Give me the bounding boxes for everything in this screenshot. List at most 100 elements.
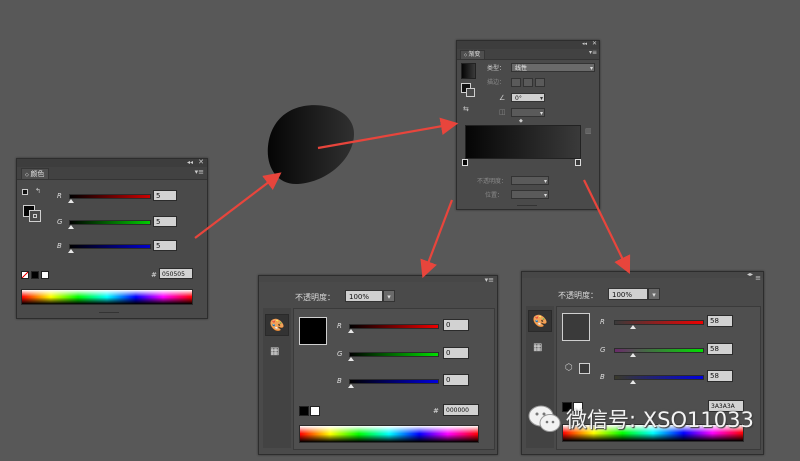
type-label: 类型： bbox=[487, 65, 506, 72]
r-value-field[interactable]: 0 bbox=[443, 319, 469, 331]
opacity-dropdown-arrow[interactable]: ▾ bbox=[383, 290, 395, 302]
dropdown-arrow-icon: ▾ bbox=[539, 110, 543, 117]
r-slider-handle[interactable] bbox=[68, 199, 74, 203]
tab-color[interactable]: ◇ 颜色 bbox=[21, 168, 50, 179]
hex-field[interactable]: 000000 bbox=[443, 404, 479, 416]
opacity-dropdown[interactable]: 100% bbox=[608, 288, 648, 300]
delete-stop-icon[interactable]: ▥ bbox=[585, 127, 592, 135]
none-swatch[interactable] bbox=[21, 271, 29, 279]
collapse-arrows-icon[interactable]: ◂▸ bbox=[747, 271, 753, 278]
r-label: R bbox=[57, 192, 62, 200]
b-label: B bbox=[600, 373, 605, 381]
gradient-tabrow: ◇ 渐变 ▾≡ bbox=[457, 49, 599, 60]
hex-field[interactable]: 050505 bbox=[159, 268, 193, 279]
g-slider[interactable] bbox=[69, 220, 151, 225]
close-icon[interactable]: ✕ bbox=[198, 158, 204, 166]
location-label: 位置： bbox=[485, 192, 504, 199]
tab-gradient[interactable]: ◇ 渐变 bbox=[460, 50, 486, 59]
white-swatch[interactable] bbox=[310, 406, 320, 416]
default-colors-icon[interactable] bbox=[22, 189, 30, 197]
close-icon[interactable]: ✕ bbox=[592, 40, 597, 47]
white-swatch[interactable] bbox=[41, 271, 49, 279]
opacity-dropdown[interactable]: 100% bbox=[345, 290, 383, 302]
black-blob-shape[interactable] bbox=[262, 100, 362, 190]
collapse-arrows-icon[interactable]: ◂◂ bbox=[187, 159, 193, 166]
current-color-swatch[interactable] bbox=[299, 317, 327, 345]
hex-prefix: # bbox=[151, 271, 157, 279]
opacity-field[interactable]: ▾ bbox=[511, 176, 549, 185]
stroke-swatch[interactable] bbox=[29, 210, 41, 222]
stroke-option-2[interactable] bbox=[523, 78, 533, 87]
b-slider[interactable] bbox=[614, 375, 704, 380]
dropdown-arrow-icon: ▾ bbox=[543, 178, 547, 185]
panel-bottom-grip[interactable] bbox=[517, 205, 537, 206]
g-slider-handle[interactable] bbox=[348, 357, 354, 361]
b-slider-handle[interactable] bbox=[68, 249, 74, 253]
g-slider[interactable] bbox=[349, 352, 439, 357]
g-label: G bbox=[57, 218, 63, 226]
reverse-gradient-icon[interactable]: ⇆ bbox=[463, 105, 469, 113]
gradient-slider-bar[interactable] bbox=[465, 125, 581, 159]
aspect-field[interactable]: ▾ bbox=[511, 108, 545, 117]
g-slider-handle[interactable] bbox=[68, 225, 74, 229]
angle-field[interactable]: 0° ▾ bbox=[511, 93, 545, 102]
b-slider-handle[interactable] bbox=[348, 384, 354, 388]
panel-menu-icon[interactable]: ≡ bbox=[755, 274, 761, 282]
opacity-label: 不透明度： bbox=[477, 178, 508, 185]
panel-menu-icon[interactable]: ▾≡ bbox=[485, 276, 494, 284]
watermark: 微信号: XSO11033 bbox=[528, 402, 754, 436]
stroke-option-1[interactable] bbox=[511, 78, 521, 87]
color-mode-icon[interactable]: 🎨 bbox=[265, 314, 289, 336]
g-slider-handle[interactable] bbox=[630, 353, 636, 357]
color-mode-icon[interactable]: 🎨 bbox=[528, 310, 552, 332]
gradient-stop-left[interactable] bbox=[462, 159, 468, 166]
opacity-dropdown-arrow[interactable]: ▾ bbox=[648, 288, 660, 300]
current-color-swatch[interactable] bbox=[562, 313, 590, 341]
b-value-field[interactable]: 5 bbox=[153, 240, 177, 251]
b-slider-handle[interactable] bbox=[630, 380, 636, 384]
hex-prefix: # bbox=[433, 407, 439, 415]
b-value-field[interactable]: 0 bbox=[443, 374, 469, 386]
r-slider[interactable] bbox=[614, 320, 704, 325]
color-panel-tabrow: ◇ 颜色 ▾≡ bbox=[17, 167, 207, 180]
color-spectrum[interactable] bbox=[299, 425, 479, 443]
web-safe-swatch[interactable] bbox=[579, 363, 590, 374]
swatches-grid-icon[interactable]: ▦ bbox=[270, 346, 279, 357]
r-label: R bbox=[337, 322, 342, 330]
panel-menu-icon[interactable]: ▾≡ bbox=[195, 168, 204, 176]
r-slider[interactable] bbox=[349, 324, 439, 329]
out-of-gamut-cube-icon[interactable]: ⬡ bbox=[565, 363, 573, 373]
dropdown-arrow-icon: ▾ bbox=[589, 65, 593, 72]
type-dropdown[interactable]: 线性 ▾ bbox=[511, 63, 595, 72]
stroke-option-3[interactable] bbox=[535, 78, 545, 87]
wechat-icon bbox=[528, 405, 561, 432]
gradient-preview-swatch[interactable] bbox=[461, 63, 476, 79]
black-swatch[interactable] bbox=[299, 406, 309, 416]
location-field[interactable]: ▾ bbox=[511, 190, 549, 199]
r-value-field[interactable]: 58 bbox=[707, 315, 733, 327]
swatches-grid-icon[interactable]: ▦ bbox=[533, 342, 542, 353]
panel-topbar: ◂◂ ✕ bbox=[17, 158, 207, 167]
color-spectrum[interactable] bbox=[21, 289, 193, 305]
b-label: B bbox=[337, 377, 342, 385]
g-slider[interactable] bbox=[614, 348, 704, 353]
gradient-stroke-icon[interactable] bbox=[466, 88, 475, 97]
black-swatch[interactable] bbox=[31, 271, 39, 279]
r-slider[interactable] bbox=[69, 194, 151, 199]
b-slider[interactable] bbox=[349, 379, 439, 384]
gradient-panel: ◂◂ ✕ ◇ 渐变 ▾≡ ⇆ 类型： 线性 ▾ 描边： ∠ 0° ▾ ◫ ▾ ◆ ▥… bbox=[456, 40, 600, 210]
b-value-field[interactable]: 58 bbox=[707, 370, 733, 382]
r-slider-handle[interactable] bbox=[348, 329, 354, 333]
collapse-arrows-icon[interactable]: ◂◂ bbox=[582, 41, 587, 47]
r-slider-handle[interactable] bbox=[630, 325, 636, 329]
r-value-field[interactable]: 5 bbox=[153, 190, 177, 201]
g-value-field[interactable]: 5 bbox=[153, 216, 177, 227]
g-value-field[interactable]: 58 bbox=[707, 343, 733, 355]
angle-icon: ∠ bbox=[499, 94, 506, 102]
swap-arrow-icon[interactable]: ↰ bbox=[35, 187, 41, 195]
panel-bottom-grip[interactable] bbox=[99, 312, 119, 313]
b-slider[interactable] bbox=[69, 244, 151, 249]
g-value-field[interactable]: 0 bbox=[443, 347, 469, 359]
gradient-stop-right[interactable] bbox=[575, 159, 581, 166]
panel-menu-icon[interactable]: ▾≡ bbox=[589, 49, 597, 56]
